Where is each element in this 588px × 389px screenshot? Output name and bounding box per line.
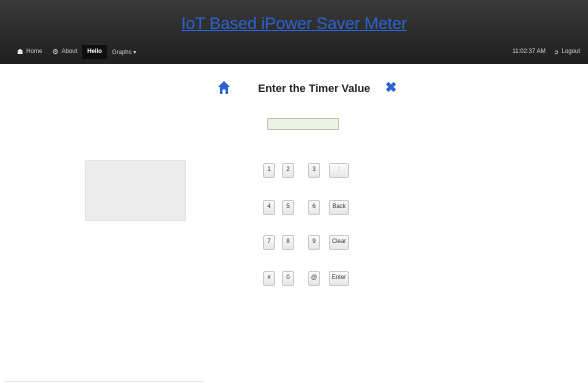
key-1[interactable]: 1	[263, 163, 275, 178]
home-icon-svg	[218, 81, 230, 94]
key-0[interactable]: 0	[282, 271, 294, 286]
nav-home-label: Home	[26, 49, 43, 55]
key-back[interactable]: Back	[329, 200, 349, 215]
close-icon[interactable]: ✖	[384, 79, 398, 95]
key-2[interactable]: 2	[282, 163, 294, 178]
nav-graphs-label: Graphs ▾	[111, 49, 137, 56]
home-icon: ☗	[17, 49, 24, 56]
key-clear[interactable]: Clear	[329, 235, 349, 250]
key-9[interactable]: 9	[308, 235, 320, 250]
clock-time: 11:02:37 AM	[512, 49, 546, 55]
key-8[interactable]: 8	[282, 235, 294, 250]
side-panel	[85, 160, 186, 221]
dialog-title: Enter the Timer Value	[258, 83, 371, 95]
nav-hello-label: Hello	[87, 49, 102, 55]
nav-about-label: About	[61, 49, 78, 55]
top-header: IoT Based iPower Saver Meter ☗ Home ⚙ Ab…	[0, 0, 588, 64]
key-colon[interactable]: :	[329, 163, 349, 178]
key-4[interactable]: 4	[263, 200, 275, 215]
nav-about[interactable]: ⚙ About	[47, 45, 82, 59]
nav-graphs[interactable]: Graphs ▾	[107, 45, 141, 59]
key-6[interactable]: 6	[308, 200, 320, 215]
home-icon[interactable]	[217, 81, 231, 97]
key-5[interactable]: 5	[282, 200, 294, 215]
key-3[interactable]: 3	[308, 163, 320, 178]
nav-hello[interactable]: Hello	[82, 45, 107, 59]
header-right: 11:02:37 AM ➲ Logout	[512, 45, 580, 59]
logout-icon: ➲	[553, 49, 559, 56]
key-enter[interactable]: Enter	[329, 271, 349, 286]
logout-label: Logout	[561, 49, 580, 55]
gear-icon: ⚙	[52, 49, 59, 56]
nav-home[interactable]: ☗ Home	[12, 45, 47, 59]
main-nav: ☗ Home ⚙ About Hello Graphs ▾	[12, 45, 141, 59]
divider	[4, 381, 204, 382]
key-at[interactable]: @	[308, 271, 320, 286]
app-title[interactable]: IoT Based iPower Saver Meter	[0, 14, 588, 34]
key-hash[interactable]: #	[263, 271, 275, 286]
key-7[interactable]: 7	[263, 235, 275, 250]
dialog-header: Enter the Timer Value ✖	[0, 79, 588, 101]
timer-input[interactable]	[267, 118, 339, 130]
logout-link[interactable]: ➲ Logout	[554, 49, 580, 56]
